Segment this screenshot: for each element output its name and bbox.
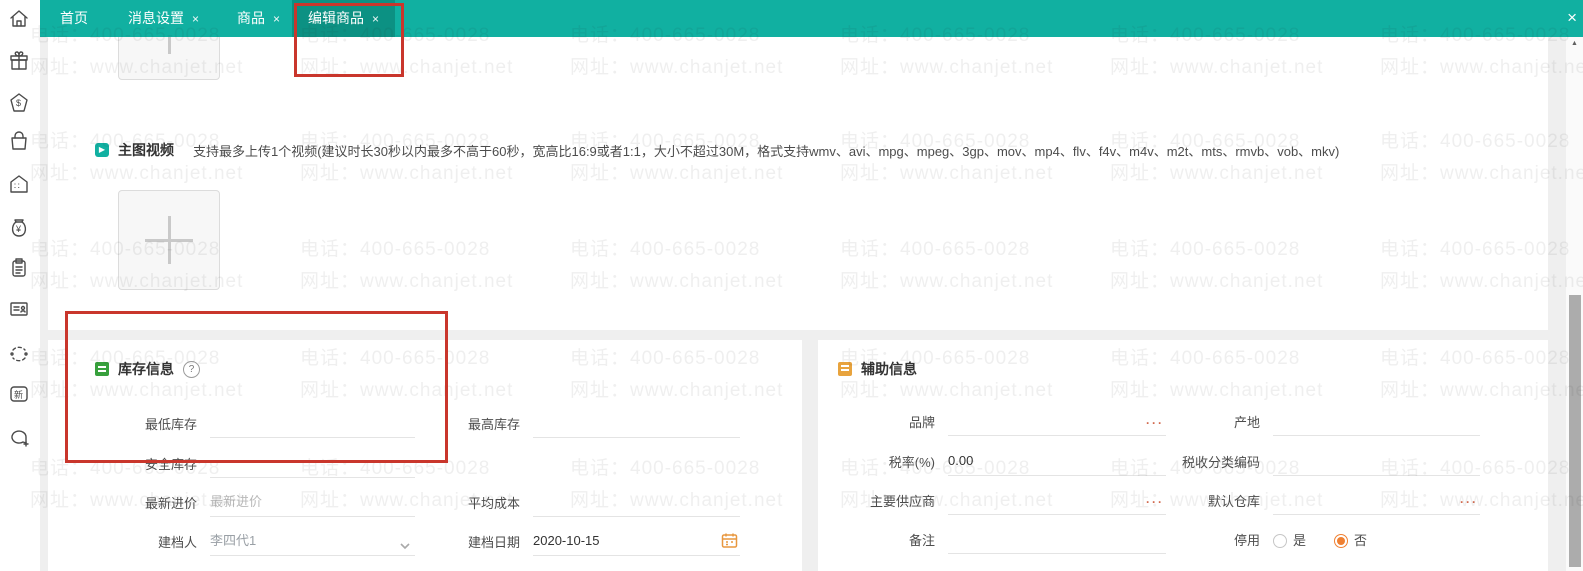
field-tax-rate: 税率(%) 0.00 — [830, 446, 1166, 476]
latest-price-input[interactable]: 最新进价 — [210, 490, 415, 517]
field-label: 停用 — [1233, 533, 1260, 548]
field-label: 税收分类编码 — [1181, 455, 1260, 470]
creator-value: 李四代1 — [210, 533, 257, 548]
field-safe-stock: 安全库存 — [107, 448, 415, 478]
tab-edit-product[interactable]: 编辑商品 × — [292, 0, 396, 37]
field-origin: 产地 — [1126, 406, 1480, 436]
video-play-icon: ▶ — [95, 143, 109, 157]
field-label: 最低库存 — [144, 417, 197, 432]
field-create-date: 建档日期 2020-10-15 — [430, 526, 740, 556]
placeholder-text: 最新进价 — [210, 494, 263, 509]
auxiliary-header: 辅助信息 — [838, 359, 917, 379]
media-section: ▶ 主图视频 支持最多上传1个视频(建议时长30秒以内最多不高于60秒，宽高比1… — [48, 37, 1548, 330]
new-badge-icon[interactable]: 新 — [7, 382, 31, 406]
field-creator: 建档人 李四代1 — [107, 526, 415, 556]
origin-input[interactable] — [1273, 409, 1480, 436]
inventory-cabinet-icon — [95, 362, 109, 376]
home-icon[interactable] — [7, 7, 31, 31]
tab-home[interactable]: 首页 — [60, 0, 88, 37]
field-min-stock: 最低库存 — [107, 408, 415, 438]
svg-text:∷: ∷ — [14, 181, 20, 191]
section-title: 主图视频 — [118, 142, 174, 158]
radio-yes-label: 是 — [1293, 533, 1307, 548]
section-title: 辅助信息 — [861, 361, 917, 377]
tax-code-input[interactable] — [1273, 449, 1480, 476]
field-latest-price: 最新进价 最新进价 — [107, 487, 415, 517]
tab-bar: 首页 消息设置 × 商品 × 编辑商品 × — [40, 0, 1583, 37]
sync-icon[interactable] — [7, 342, 31, 366]
tab-close-icon[interactable]: × — [372, 12, 379, 26]
field-avg-cost: 平均成本 — [430, 487, 740, 517]
video-upload-box[interactable] — [118, 190, 220, 290]
field-label: 默认仓库 — [1207, 494, 1260, 509]
radio-no[interactable] — [1334, 534, 1349, 548]
warehouse-icon[interactable]: ∷ — [7, 172, 31, 196]
tab-products[interactable]: 商品 × — [237, 0, 280, 37]
field-label: 备注 — [908, 533, 935, 548]
field-default-warehouse: 默认仓库 ··· — [1126, 485, 1480, 515]
auxiliary-info-card: 辅助信息 品牌 ··· 税率(%) 0.00 主要供应商 ··· 备注 产地 税… — [818, 340, 1548, 571]
inventory-header: 库存信息 ? — [95, 359, 200, 379]
svg-text:$: $ — [16, 98, 21, 108]
money-bag-icon[interactable]: ¥ — [7, 216, 31, 240]
inventory-info-card: 库存信息 ? 最低库存 安全库存 最新进价 最新进价 建档人 李四代1 最高库存… — [48, 340, 802, 571]
default-warehouse-input[interactable]: ··· — [1273, 488, 1480, 515]
store-dollar-icon[interactable]: $ — [7, 91, 31, 115]
avg-cost-input[interactable] — [533, 490, 740, 517]
image-upload-box[interactable] — [118, 37, 220, 80]
disabled-radio-group: 是 否 — [1273, 528, 1389, 554]
field-label: 最高库存 — [467, 417, 520, 432]
field-label: 主要供应商 — [869, 494, 935, 509]
calendar-icon[interactable] — [721, 532, 738, 549]
radio-yes[interactable] — [1273, 534, 1287, 548]
bag-icon[interactable] — [7, 129, 31, 153]
safe-stock-input[interactable] — [210, 451, 415, 478]
plus-icon — [145, 37, 193, 54]
create-date-input[interactable]: 2020-10-15 — [533, 529, 740, 556]
radio-no-label: 否 — [1354, 533, 1368, 548]
video-upload-hint: 支持最多上传1个视频(建议时长30秒以内最多不高于60秒，宽高比16:9或者1:… — [193, 143, 1340, 159]
help-icon[interactable]: ? — [183, 360, 200, 378]
sidebar: $ ∷ ¥ 新 — [0, 0, 40, 571]
svg-text:新: 新 — [14, 389, 23, 400]
plus-icon — [145, 216, 193, 264]
tab-close-icon[interactable]: × — [192, 12, 199, 26]
field-tax-code: 税收分类编码 — [1126, 446, 1480, 476]
section-title: 库存信息 — [118, 361, 174, 377]
svg-text:¥: ¥ — [15, 224, 22, 234]
field-label: 安全库存 — [144, 457, 197, 472]
scrollbar-thumb[interactable] — [1569, 295, 1581, 567]
field-disabled: 停用 是 否 — [1126, 524, 1389, 554]
field-label: 平均成本 — [467, 496, 520, 511]
tab-close-icon[interactable]: × — [273, 12, 280, 26]
field-brand: 品牌 ··· — [830, 406, 1166, 436]
clipboard-icon[interactable] — [7, 256, 31, 280]
scroll-up-icon[interactable]: ▲ — [1566, 40, 1583, 47]
chevron-down-icon[interactable] — [399, 536, 411, 550]
field-max-stock: 最高库存 — [430, 408, 740, 438]
tax-rate-value: 0.00 — [948, 453, 974, 468]
field-label: 最新进价 — [144, 496, 197, 511]
auxiliary-form-icon — [838, 362, 852, 376]
field-label: 税率(%) — [888, 455, 935, 470]
gift-icon[interactable] — [7, 49, 31, 73]
field-supplier: 主要供应商 ··· — [830, 485, 1166, 515]
min-stock-input[interactable] — [210, 411, 415, 438]
field-remark: 备注 — [830, 524, 1166, 554]
tab-message-settings[interactable]: 消息设置 × — [128, 0, 199, 37]
creator-select[interactable]: 李四代1 — [210, 529, 415, 556]
chat-icon[interactable] — [7, 426, 31, 450]
app-window: $ ∷ ¥ 新 首页 消息设置 × 商品 × 编辑商品 × × ▶ 主图视频 支持最多… — [0, 0, 1583, 571]
field-label: 产地 — [1233, 415, 1260, 430]
field-label: 建档日期 — [467, 535, 520, 550]
browse-ellipsis-icon[interactable]: ··· — [1460, 490, 1478, 514]
max-stock-input[interactable] — [533, 411, 740, 438]
field-label: 品牌 — [908, 415, 935, 430]
field-label: 建档人 — [157, 535, 197, 550]
close-icon[interactable]: × — [1567, 0, 1577, 37]
create-date-value: 2020-10-15 — [533, 533, 600, 548]
main-video-header: ▶ 主图视频 支持最多上传1个视频(建议时长30秒以内最多不高于60秒，宽高比1… — [95, 140, 1339, 160]
contact-card-icon[interactable] — [7, 297, 31, 321]
